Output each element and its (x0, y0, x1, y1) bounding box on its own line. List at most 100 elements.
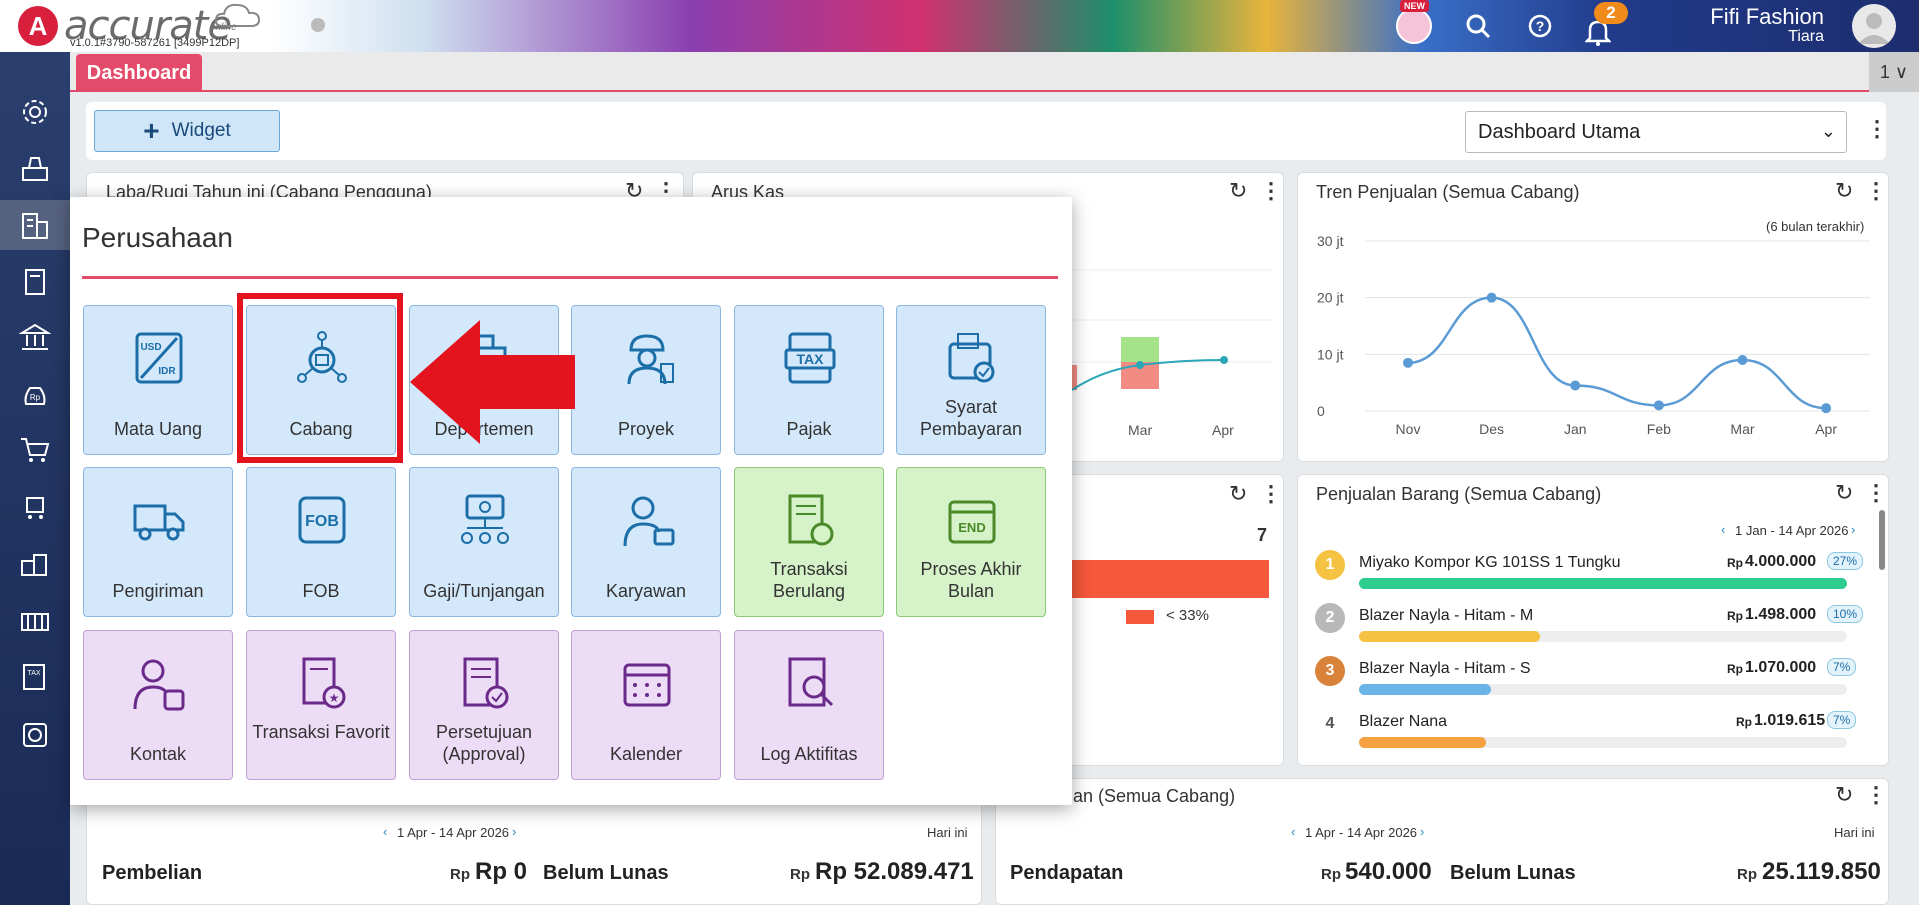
belum-lunas-label: Belum Lunas (543, 862, 669, 884)
new-feature-avatar[interactable] (1396, 8, 1432, 44)
contact-phone-icon (133, 659, 185, 711)
next-period-icon[interactable]: › (1420, 824, 1424, 839)
rank-medal-icon: 2 (1315, 603, 1345, 633)
tile-gaji-tunjangan[interactable]: Gaji/Tunjangan (409, 467, 559, 617)
item-bar-fill (1359, 631, 1540, 642)
add-widget-button[interactable]: + Widget (94, 110, 280, 152)
shopping-cart-icon[interactable] (0, 425, 70, 475)
refresh-icon[interactable]: ↻ (1229, 481, 1247, 507)
warehouse-icon[interactable] (0, 596, 70, 646)
tax-document-icon: TAX (784, 332, 836, 384)
project-worker-icon (627, 334, 674, 385)
item-name[interactable]: Blazer Nana (1359, 713, 1447, 731)
page-number-dropdown[interactable]: 1 ∨ (1869, 52, 1919, 92)
more-icon[interactable]: ⋮ (1865, 482, 1887, 504)
next-period-icon[interactable]: › (512, 824, 516, 839)
tile-transaksi-favorit[interactable]: ★ Transaksi Favorit (246, 630, 396, 780)
currency-usd-idr-icon: USD IDR (135, 332, 183, 384)
tile-mata-uang[interactable]: USD IDR Mata Uang (83, 305, 233, 455)
company-building-icon[interactable] (0, 200, 70, 250)
item-bar-fill (1359, 578, 1847, 589)
refresh-icon[interactable]: ↻ (1835, 178, 1853, 204)
trend-point[interactable] (1737, 355, 1748, 365)
x-tick-label: Nov (1396, 421, 1421, 437)
trend-point[interactable] (1403, 357, 1413, 368)
report-chart-icon[interactable] (0, 710, 70, 760)
belum-lunas-value: Rp 52.089.471 (815, 858, 974, 885)
item-name[interactable]: Blazer Nayla - Hitam - S (1359, 660, 1531, 678)
trend-point[interactable] (1570, 380, 1581, 391)
tile-karyawan[interactable]: Karyawan (571, 467, 721, 617)
tile-syarat-pembayaran[interactable]: Syarat Pembayaran (896, 305, 1046, 455)
more-icon[interactable]: ⋮ (1260, 180, 1282, 202)
rank-medal-icon: 1 (1315, 550, 1345, 580)
tile-label: Transaksi Berulang (770, 559, 848, 601)
hari-ini-label: Hari ini (1834, 825, 1875, 840)
tile-pajak[interactable]: TAX Pajak (734, 305, 884, 455)
refresh-icon[interactable]: ↻ (1229, 178, 1247, 204)
trend-point[interactable] (1486, 292, 1497, 303)
tile-pengiriman[interactable]: Pengiriman (83, 467, 233, 617)
dashboard-select[interactable]: Dashboard Utama ⌄ (1465, 111, 1847, 153)
more-icon[interactable]: ⋮ (1260, 483, 1282, 505)
item-name[interactable]: Blazer Nayla - Hitam - M (1359, 607, 1533, 625)
refresh-icon[interactable]: ↻ (1835, 480, 1853, 506)
item-currency: Rp (1727, 662, 1743, 676)
search-icon[interactable] (1460, 8, 1496, 44)
tile-kalender[interactable]: Kalender (571, 630, 721, 780)
prev-period-icon[interactable]: ‹ (1721, 522, 1725, 537)
version-text: v1.0.1#3790-587261 [3499P12DP] (70, 37, 240, 49)
svg-text:FOB: FOB (305, 513, 339, 530)
tile-label: Proses Akhir Bulan (920, 559, 1022, 601)
sales-cart-icon[interactable] (0, 482, 70, 532)
tile-proses-akhir-bulan[interactable]: END Proses Akhir Bulan (896, 467, 1046, 617)
svg-text:USD: USD (140, 342, 161, 353)
pembelian-currency: Rp (450, 866, 470, 883)
scrollbar-thumb[interactable] (1879, 510, 1885, 570)
tile-transaksi-berulang[interactable]: Transaksi Berulang (734, 467, 884, 617)
pembelian-value: Rp 0 (475, 858, 528, 885)
penjualan-period: 1 Jan - 14 Apr 2026 (1735, 523, 1849, 538)
inventory-icon[interactable] (0, 539, 70, 589)
next-period-icon[interactable]: › (1851, 522, 1855, 537)
tile-label: FOB (302, 581, 340, 601)
pendapatan-label: Pendapatan (1010, 862, 1124, 884)
more-icon[interactable]: ⋮ (1865, 180, 1887, 202)
tile-proyek[interactable]: Proyek (571, 305, 721, 455)
salary-tree-icon (461, 494, 509, 544)
tile-persetujuan-approval[interactable]: Persetujuan (Approval) (409, 630, 559, 780)
tile-fob[interactable]: FOB FOB (246, 467, 396, 617)
item-bar-fill (1359, 684, 1491, 695)
pembelian-label: Pembelian (102, 862, 203, 884)
middle-bar (1072, 560, 1269, 598)
trend-line (1407, 296, 1827, 410)
tile-log-aktifitas[interactable]: Log Aktifitas (734, 630, 884, 780)
help-icon[interactable]: ? (1522, 8, 1558, 44)
pendapatan-value: 540.000 (1345, 858, 1432, 885)
tab-dashboard[interactable]: Dashboard (76, 54, 202, 92)
status-dot (311, 18, 325, 32)
tile-kontak[interactable]: Kontak (83, 630, 233, 780)
tile-label: Pajak (786, 419, 832, 439)
pendapatan-currency: Rp (1321, 866, 1341, 883)
item-currency: Rp (1727, 609, 1743, 623)
prev-period-icon[interactable]: ‹ (1291, 824, 1295, 839)
trend-point[interactable] (1821, 403, 1832, 414)
toolbar-more-icon[interactable]: ⋮ (1866, 118, 1888, 140)
arus-kas-chart (1072, 269, 1272, 391)
bank-icon[interactable] (0, 312, 70, 362)
trend-point[interactable] (1653, 400, 1664, 411)
ledger-book-icon[interactable] (0, 257, 70, 307)
prev-period-icon[interactable]: ‹ (383, 824, 387, 839)
user-branch: Tiara (1788, 28, 1824, 45)
tax-report-icon[interactable]: TAX (0, 652, 70, 702)
rank-number: 4 (1325, 715, 1335, 732)
user-avatar[interactable] (1852, 4, 1896, 48)
refresh-icon[interactable]: ↻ (1835, 782, 1853, 808)
item-name[interactable]: Miyako Kompor KG 101SS 1 Tungku (1359, 554, 1620, 572)
more-icon[interactable]: ⋮ (1865, 784, 1887, 806)
cash-register-icon[interactable] (0, 144, 70, 194)
money-bag-icon[interactable]: Rp (0, 370, 70, 420)
settings-gear-icon[interactable] (0, 87, 70, 137)
user-name[interactable]: Fifi Fashion (1710, 4, 1824, 30)
